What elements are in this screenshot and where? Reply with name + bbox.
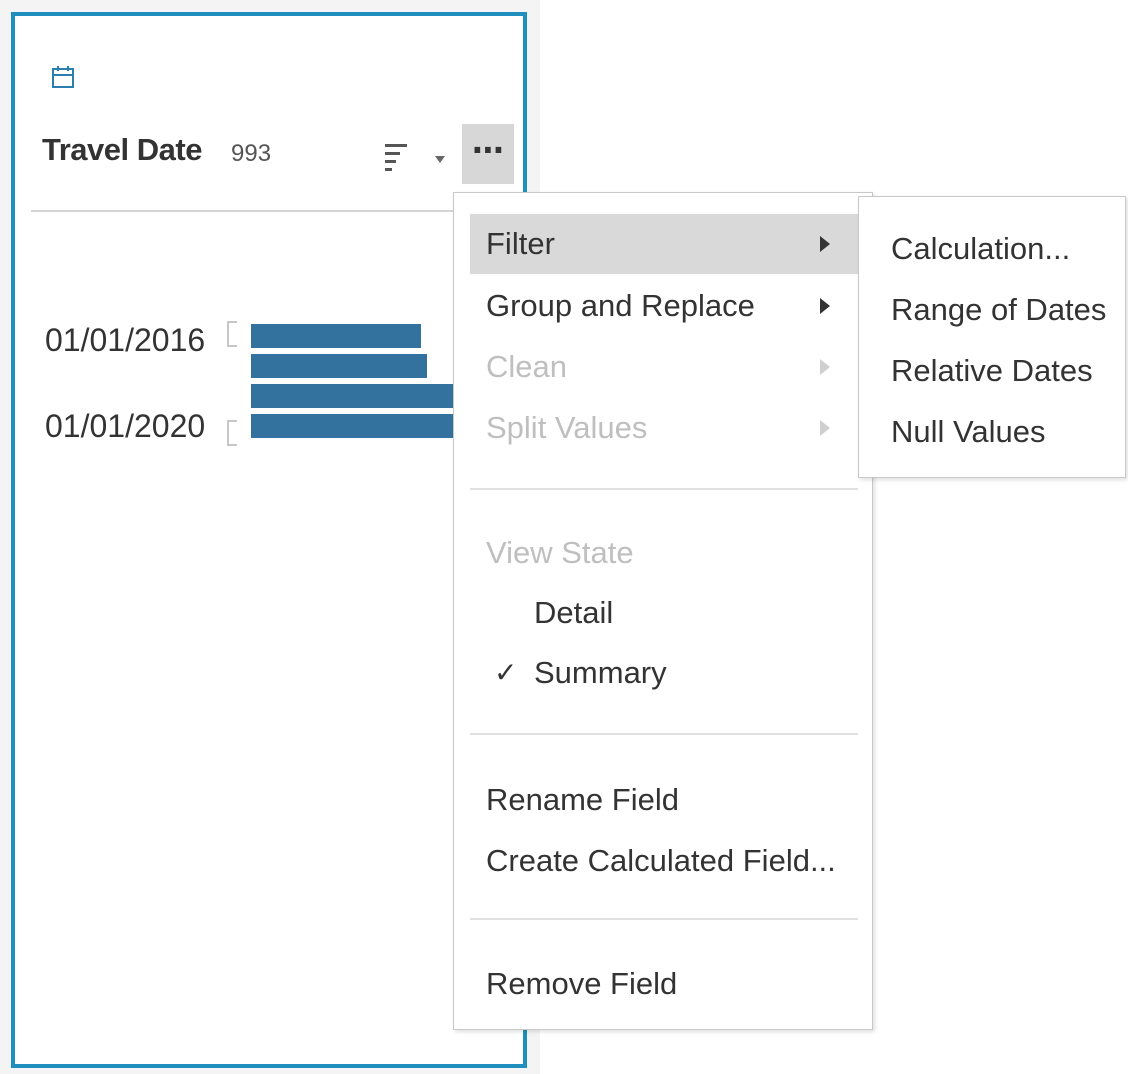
menu-item-label: Clean: [486, 349, 567, 384]
menu-item-label: Filter: [486, 226, 555, 261]
chevron-right-icon: [820, 298, 830, 314]
view-state-heading: View State: [486, 535, 634, 570]
filter-submenu: Calculation... Range of Dates Relative D…: [858, 196, 1126, 478]
menu-item-label: Remove Field: [486, 966, 678, 1001]
menu-option-summary[interactable]: Summary: [534, 655, 667, 691]
field-profile-card[interactable]: Travel Date 993 ⋯ 01/01/2016 01/01/2020: [11, 12, 527, 1068]
chevron-right-icon: [820, 236, 830, 252]
histogram-bar: [251, 384, 471, 408]
menu-divider: [470, 733, 858, 735]
menu-item-remove-field[interactable]: Remove Field: [470, 954, 858, 1014]
chevron-right-icon: [820, 420, 830, 436]
submenu-item-relative-dates[interactable]: Relative Dates: [891, 353, 1093, 389]
submenu-item-calculation[interactable]: Calculation...: [891, 231, 1070, 267]
menu-item-clean: Clean: [470, 337, 858, 397]
menu-option-detail[interactable]: Detail: [534, 595, 613, 631]
menu-item-label: Group and Replace: [486, 288, 755, 323]
histogram-bar: [251, 324, 421, 348]
histogram-bar: [251, 414, 471, 438]
menu-divider: [470, 488, 858, 490]
menu-item-split-values: Split Values: [470, 398, 858, 458]
field-context-menu: Filter Group and Replace Clean Split Val…: [453, 192, 873, 1030]
checkmark-icon: ✓: [494, 657, 518, 688]
menu-item-label: Create Calculated Field...: [486, 843, 836, 878]
menu-item-label: Split Values: [486, 410, 648, 445]
submenu-item-range-of-dates[interactable]: Range of Dates: [891, 292, 1106, 328]
menu-divider: [470, 918, 858, 920]
menu-item-rename-field[interactable]: Rename Field: [470, 770, 858, 830]
submenu-item-null-values[interactable]: Null Values: [891, 414, 1046, 450]
menu-item-create-calculated-field[interactable]: Create Calculated Field...: [470, 831, 858, 891]
histogram-bar: [251, 354, 427, 378]
menu-item-label: Rename Field: [486, 782, 679, 817]
menu-item-filter[interactable]: Filter: [470, 214, 858, 274]
chevron-right-icon: [820, 359, 830, 375]
menu-item-group-and-replace[interactable]: Group and Replace: [470, 276, 858, 336]
